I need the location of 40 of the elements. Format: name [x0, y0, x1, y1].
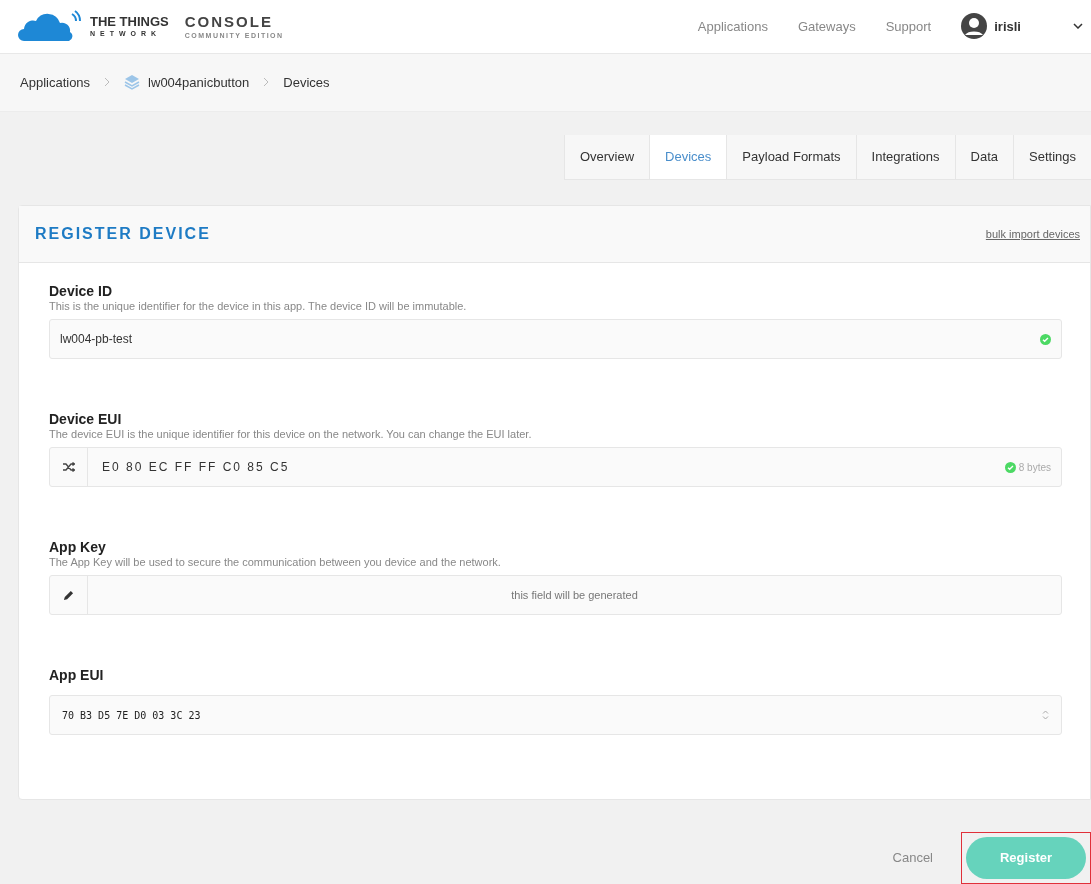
breadcrumb-link[interactable]: Applications: [20, 72, 91, 92]
cloud-logo-icon: [18, 10, 82, 43]
tab[interactable]: Data: [954, 135, 1013, 180]
nav-link[interactable]: Gateways: [797, 16, 856, 36]
chevron-right-icon: [104, 77, 111, 88]
field-description: This is the unique identifier for the device in this app. The device ID will be immutable.: [49, 299, 468, 313]
avatar-icon: [961, 13, 988, 40]
logo-title: THE THINGS: [90, 15, 169, 29]
shuffle-icon[interactable]: [62, 462, 75, 472]
select-field[interactable]: 70 B3 D5 7E D0 03 3C 23: [49, 695, 1062, 735]
field-description: The App Key will be used to secure the communication between you device and the network.: [49, 555, 502, 569]
layers-icon: [124, 74, 141, 91]
field-description: The device EUI is the unique identifier for this device on the network. You can change the EUI later.: [49, 427, 533, 441]
text-field[interactable]: lw004-pb-test: [49, 319, 1062, 359]
field-label: App Key: [49, 539, 107, 555]
chevron-down-icon[interactable]: [1073, 23, 1083, 30]
tab[interactable]: Overview: [563, 135, 650, 180]
field-label: Device ID: [49, 283, 114, 299]
nav-link[interactable]: Support: [885, 16, 932, 36]
pencil-icon[interactable]: [63, 589, 74, 601]
generated-field[interactable]: this field will be generated: [49, 575, 1062, 615]
card-title: REGISTER DEVICE: [35, 224, 211, 244]
user-name[interactable]: irisli: [994, 16, 1021, 36]
check-icon: [1004, 461, 1016, 473]
product-name: CONSOLE: [184, 13, 274, 29]
bulk-import-link[interactable]: bulk import devices: [985, 225, 1080, 243]
byte-count: 8 bytes: [1018, 460, 1051, 475]
field-label: App EUI: [49, 667, 105, 683]
tab[interactable]: Payload Formats: [726, 135, 856, 180]
tab[interactable]: Settings: [1013, 135, 1091, 180]
chevron-right-icon: [263, 77, 270, 88]
breadcrumb-current: Devices: [283, 73, 330, 92]
nav-link[interactable]: Applications: [697, 16, 768, 36]
breadcrumb-link[interactable]: lw004panicbutton: [148, 72, 250, 92]
field-label: Device EUI: [49, 411, 123, 427]
tab[interactable]: Devices: [649, 135, 727, 180]
tab[interactable]: Integrations: [855, 135, 955, 180]
check-icon: [1040, 333, 1051, 345]
eui-field[interactable]: E0 80 EC FF FF C0 85 C5 8 bytes: [49, 447, 1062, 487]
stepper-icon: [1042, 709, 1049, 721]
